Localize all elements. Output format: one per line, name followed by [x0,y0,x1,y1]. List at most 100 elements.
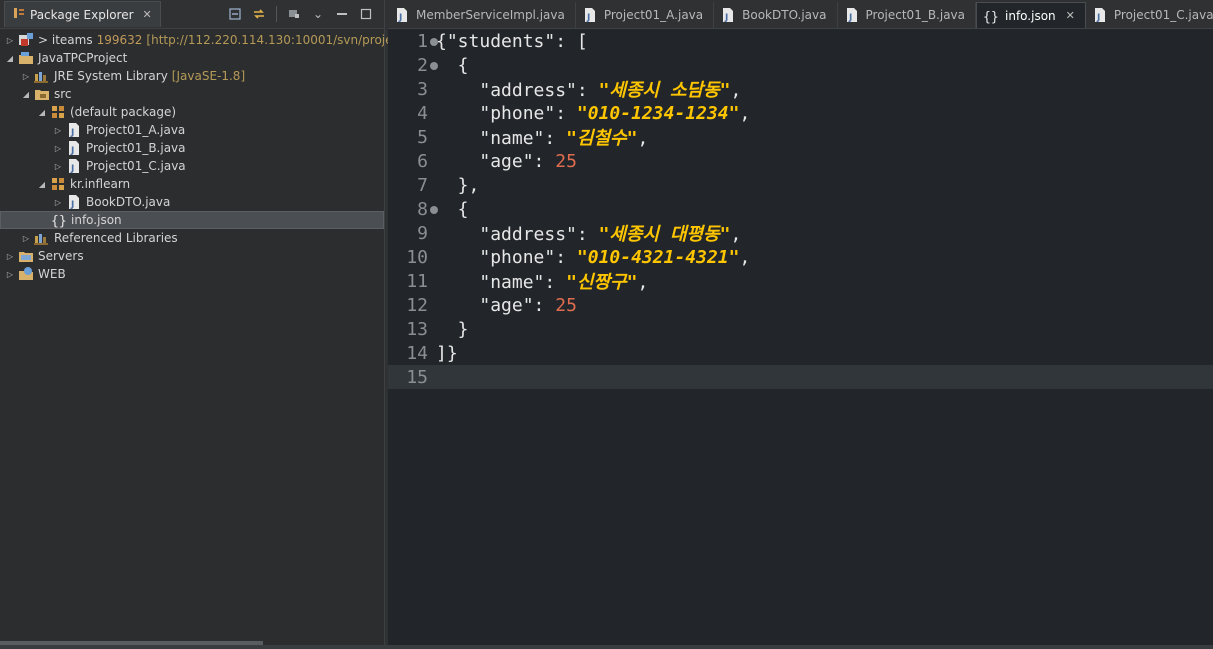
code-token: { [436,54,469,76]
code-text: { [436,199,469,220]
collapse-all-icon[interactable] [225,4,245,24]
fold-marker-icon[interactable] [430,205,438,214]
tree-item[interactable]: ◢ JavaTPCProject [0,49,384,67]
svg-text:{}: {} [51,214,67,228]
fold-marker-icon[interactable] [430,61,438,70]
code-line[interactable]: 10 "phone": "010-4321-4321", [388,245,1213,269]
code-line[interactable]: 12 "age": 25 [388,293,1213,317]
collapse-arrow-icon[interactable]: ◢ [4,52,16,64]
expand-arrow-icon[interactable]: ▷ [4,268,16,280]
code-line[interactable]: 2 { [388,53,1213,77]
code-text: "address": "세종시 소담동", [436,76,741,102]
code-text: "phone": "010-1234-1234", [436,103,750,124]
code-line[interactable]: 1 {"students": [ [388,29,1213,53]
focus-on-active-icon[interactable] [284,4,304,24]
explorer-tab-label: Package Explorer [30,7,134,22]
expand-arrow-icon[interactable]: ▷ [52,196,64,208]
tree-item[interactable]: ◢ src [0,85,384,103]
code-text: "phone": "010-4321-4321", [436,247,750,268]
line-number: 14 [406,342,428,364]
code-line[interactable]: 6 "age": 25 [388,149,1213,173]
tree-item[interactable]: {} info.json [0,211,384,229]
java-file-icon: J [582,7,598,23]
editor-tab[interactable]: {} info.json ✕ [976,2,1086,28]
expand-arrow-icon[interactable]: ▷ [4,34,16,46]
tree-item[interactable]: ◢ kr.inflearn [0,175,384,193]
tree-item[interactable]: ▷ J Project01_B.java [0,139,384,157]
tree-item-label: Project01_A.java [86,123,186,137]
code-token: "세종시 소담동" [598,80,731,101]
maximize-icon[interactable] [356,4,376,24]
code-token: , [739,102,751,124]
expand-arrow-icon[interactable]: ▷ [20,232,32,244]
fold-marker-icon[interactable] [430,37,438,46]
code-text: "address": "세종시 대평동", [436,220,741,246]
code-text: { [436,55,469,76]
expand-arrow-icon[interactable]: ▷ [4,250,16,262]
json-editor[interactable]: 1 {"students": [2 {3 "address": "세종시 소담동"… [388,29,1213,645]
code-line[interactable]: 3 "address": "세종시 소담동", [388,76,1213,102]
code-line[interactable]: 7 }, [388,173,1213,197]
code-line[interactable]: 4 "phone": "010-1234-1234", [388,101,1213,125]
tree-item-label: Project01_C.java [86,159,186,173]
web-project-icon [18,266,34,282]
tree-item[interactable]: ▷ WEB [0,265,384,283]
expand-arrow-icon[interactable]: ▷ [52,160,64,172]
tree-item[interactable]: ◢ (default package) [0,103,384,121]
editor-tab-label: info.json [1005,8,1056,23]
view-menu-icon[interactable]: ⌄ [308,4,328,24]
tree-item[interactable]: ▷ J Project01_A.java [0,121,384,139]
code-line[interactable]: 9 "address": "세종시 대평동", [388,220,1213,246]
code-token: "age" [479,150,534,172]
java-file-icon: J [1092,7,1108,23]
close-icon[interactable]: ✕ [143,8,152,21]
tree-item[interactable]: ▷ J BookDTO.java [0,193,384,211]
expand-arrow-icon[interactable]: ▷ [52,142,64,154]
svg-text:J: J [1096,13,1100,23]
tree-item[interactable]: ▷ Referenced Libraries [0,229,384,247]
folder-icon [18,248,34,264]
editor-tab-label: MemberServiceImpl.java [416,8,565,22]
code-text: "name": "김철수", [436,124,648,150]
code-token: } [436,318,469,340]
editor-tab[interactable]: J MemberServiceImpl.java [388,2,576,28]
expand-arrow-icon[interactable]: ▷ [52,124,64,136]
minimize-icon[interactable] [332,4,352,24]
collapse-arrow-icon[interactable]: ◢ [36,106,48,118]
tree-item[interactable]: ▷ JRE System Library [JavaSE-1.8] [0,67,384,85]
code-line[interactable]: 15 [388,365,1213,389]
code-token: "신짱구" [566,272,638,293]
code-line[interactable]: 11 "name": "신짱구", [388,269,1213,294]
code-line[interactable]: 5 "name": "김철수", [388,124,1213,150]
code-text: ]} [436,343,458,364]
svg-text:J: J [724,13,728,23]
tab-package-explorer[interactable]: Package Explorer ✕ [4,1,161,27]
tree-item[interactable]: ▷ J Project01_C.java [0,157,384,175]
code-token: "name" [479,272,545,293]
code-token: : [544,272,567,293]
code-line[interactable]: 13 } [388,317,1213,341]
explorer-tabbar: Package Explorer ✕ ⌄ [0,0,384,29]
collapse-arrow-icon[interactable]: ◢ [36,178,48,190]
tree-item-label: Referenced Libraries [54,231,178,245]
code-line[interactable]: 14]} [388,341,1213,365]
tree-item[interactable]: ▷ > iteams 199632 [http://112.220.114.130:1… [0,31,414,49]
line-number: 11 [406,270,428,292]
expand-arrow-icon[interactable]: ▷ [20,70,32,82]
editor-tab[interactable]: J BookDTO.java [714,2,838,28]
code-line[interactable]: 8 { [388,197,1213,221]
collapse-arrow-icon[interactable]: ◢ [20,88,32,100]
editor-tab[interactable]: J Project01_C.java [1086,2,1213,28]
close-icon[interactable]: ✕ [1066,9,1075,22]
tree-item[interactable]: ▷ Servers [0,247,384,265]
code-token: : [555,246,577,268]
package-explorer-view: Package Explorer ✕ ⌄ ▷ > iteams 199632 [… [0,0,414,645]
editor-tab[interactable]: J Project01_A.java [576,2,715,28]
editor-tab[interactable]: J Project01_B.java [838,2,977,28]
svn-url: [http://112.220.114.130:10001/svn/projec… [146,33,415,47]
editor-tab-label: BookDTO.java [742,8,827,22]
link-with-editor-icon[interactable] [249,4,269,24]
